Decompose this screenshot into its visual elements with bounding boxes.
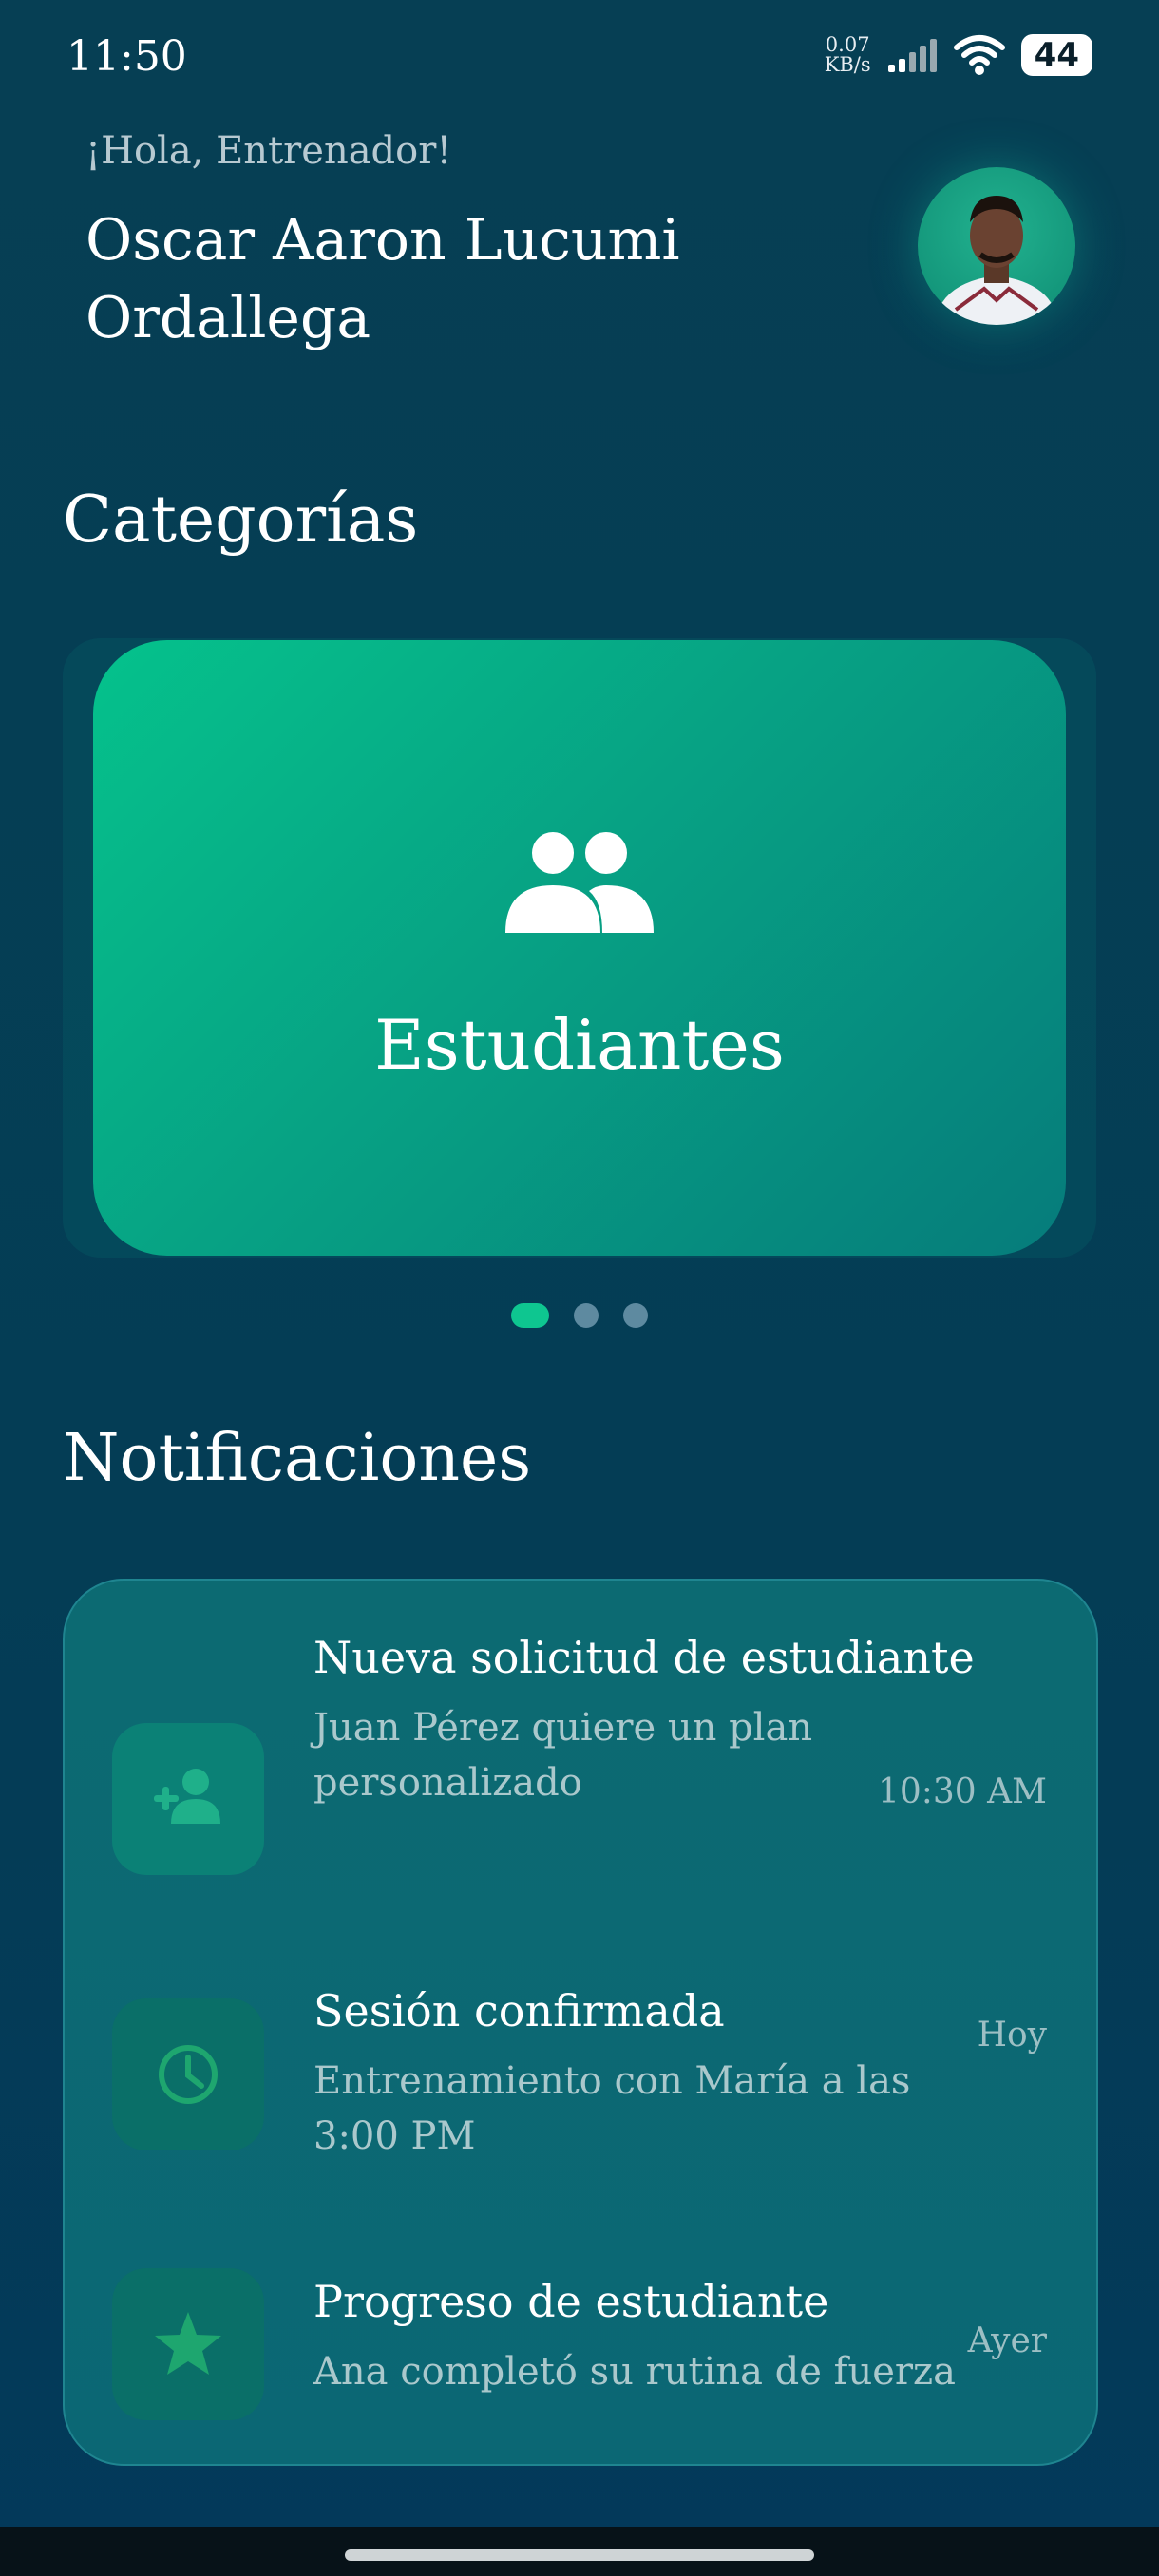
notification-title: Nueva solicitud de estudiante [314,1632,975,1683]
notification-item[interactable]: Progreso de estudiante Ana completó su r… [65,2268,1096,2439]
notification-icon-box [112,1723,264,1875]
notification-time: 10:30 AM [877,1772,1047,1811]
categories-title: Categorías [63,483,419,558]
notification-title: Sesión confirmada [314,1985,725,2036]
notifications-title: Notificaciones [63,1421,532,1496]
avatar[interactable] [918,167,1075,325]
category-card-label: Estudiantes [374,1005,785,1085]
notification-item[interactable]: Nueva solicitud de estudiante Juan Pérez… [65,1624,1096,1909]
notification-icon-box [112,1998,264,2150]
status-icons: 0.07 KB/s 44 [825,34,1092,76]
status-bar: 11:50 0.07 KB/s 44 [0,0,1159,118]
carousel-pagination [0,1303,1159,1328]
notification-item[interactable]: Sesión confirmada Entrenamiento con Marí… [65,1978,1096,2187]
carousel-dot[interactable] [574,1303,598,1328]
network-speed-value: 0.07 [825,33,870,56]
notification-time: Ayer [967,2321,1047,2360]
network-speed-unit: KB/s [824,53,871,76]
clock-icon [159,2045,218,2104]
group-icon [504,830,656,935]
notification-text: Progreso de estudiante Ana completó su r… [314,2268,998,2399]
notification-body: Entrenamiento con María a las 3:00 PM [314,2059,911,2158]
greeting-text: ¡Hola, Entrenador! [86,129,452,173]
notification-text: Sesión confirmada Entrenamiento con Marí… [314,1978,998,2164]
battery-icon: 44 [1020,34,1092,76]
notification-icon-box [112,2268,264,2420]
notification-time: Hoy [977,2016,1047,2055]
notification-title: Progreso de estudiante [314,2276,829,2327]
person-add-icon [154,1769,220,1824]
wifi-icon [953,34,1006,76]
coach-name: Oscar Aaron Lucumi Ordallega [86,207,680,351]
home-indicator[interactable] [345,2549,814,2561]
carousel-dot[interactable] [623,1303,648,1328]
signal-icon [886,38,938,72]
star-icon [155,2312,221,2375]
status-time: 11:50 [66,32,187,81]
notification-body: Ana completó su rutina de fuerza [314,2350,956,2394]
notifications-card: Nueva solicitud de estudiante Juan Pérez… [63,1579,1098,2466]
category-card-students[interactable]: Estudiantes [93,640,1066,1256]
carousel-dot-active[interactable] [511,1303,549,1328]
network-speed: 0.07 KB/s [825,35,871,75]
